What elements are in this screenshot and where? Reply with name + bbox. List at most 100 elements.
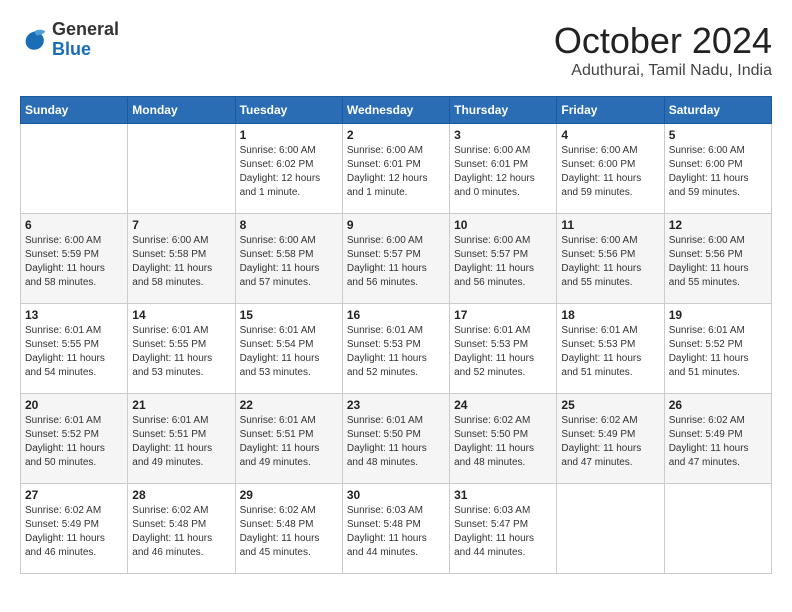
- calendar-cell: 8 Sunrise: 6:00 AM Sunset: 5:58 PM Daylig…: [235, 214, 342, 304]
- calendar-cell: 20Sunrise: 6:01 AM Sunset: 5:52 PM Dayli…: [21, 394, 128, 484]
- calendar-cell: 28 Sunrise: 6:02 AM Sunset: 5:48 PM Dayli…: [128, 484, 235, 574]
- day-number: 2: [347, 128, 445, 142]
- day-number: 20: [25, 398, 123, 412]
- day-info: Sunrise: 6:00 AM Sunset: 5:58 PM Dayligh…: [132, 234, 230, 290]
- location-subtitle: Aduthurai, Tamil Nadu, India: [554, 62, 772, 80]
- day-number: 16: [347, 308, 445, 322]
- day-number: 1: [240, 128, 338, 142]
- day-number: 7: [132, 218, 230, 232]
- day-number: 15: [240, 308, 338, 322]
- day-number: 6: [25, 218, 123, 232]
- week-row-2: 6 Sunrise: 6:00 AM Sunset: 5:59 PM Daylig…: [21, 214, 772, 304]
- month-title: October 2024: [554, 20, 772, 62]
- day-info: Sunrise: 6:00 AM Sunset: 6:00 PM Dayligh…: [561, 144, 659, 200]
- day-info: Sunrise: 6:00 AM Sunset: 5:58 PM Dayligh…: [240, 234, 338, 290]
- day-number: 23: [347, 398, 445, 412]
- day-info: Sunrise: 6:02 AM Sunset: 5:48 PM Dayligh…: [132, 504, 230, 560]
- day-info: Sunrise: 6:01 AM Sunset: 5:51 PM Dayligh…: [240, 414, 338, 470]
- day-info: Sunrise: 6:01 AM Sunset: 5:53 PM Dayligh…: [561, 324, 659, 380]
- day-number: 26: [669, 398, 767, 412]
- weekday-header-row: SundayMondayTuesdayWednesdayThursdayFrid…: [21, 97, 772, 124]
- weekday-header-saturday: Saturday: [664, 97, 771, 124]
- day-number: 14: [132, 308, 230, 322]
- day-number: 17: [454, 308, 552, 322]
- calendar-cell: 11 Sunrise: 6:00 AM Sunset: 5:56 PM Dayli…: [557, 214, 664, 304]
- page-header: General Blue October 2024 Aduthurai, Tam…: [20, 20, 772, 80]
- day-number: 3: [454, 128, 552, 142]
- week-row-4: 20Sunrise: 6:01 AM Sunset: 5:52 PM Dayli…: [21, 394, 772, 484]
- calendar-cell: 12Sunrise: 6:00 AM Sunset: 5:56 PM Dayli…: [664, 214, 771, 304]
- weekday-header-sunday: Sunday: [21, 97, 128, 124]
- calendar-cell: 22 Sunrise: 6:01 AM Sunset: 5:51 PM Dayli…: [235, 394, 342, 484]
- day-number: 28: [132, 488, 230, 502]
- weekday-header-wednesday: Wednesday: [342, 97, 449, 124]
- day-info: Sunrise: 6:00 AM Sunset: 6:01 PM Dayligh…: [347, 144, 445, 200]
- calendar-cell: [664, 484, 771, 574]
- calendar-cell: 26 Sunrise: 6:02 AM Sunset: 5:49 PM Dayli…: [664, 394, 771, 484]
- calendar-cell: 27 Sunrise: 6:02 AM Sunset: 5:49 PM Dayli…: [21, 484, 128, 574]
- day-info: Sunrise: 6:03 AM Sunset: 5:48 PM Dayligh…: [347, 504, 445, 560]
- weekday-header-monday: Monday: [128, 97, 235, 124]
- calendar-cell: 16 Sunrise: 6:01 AM Sunset: 5:53 PM Dayli…: [342, 304, 449, 394]
- day-number: 10: [454, 218, 552, 232]
- day-number: 24: [454, 398, 552, 412]
- day-info: Sunrise: 6:02 AM Sunset: 5:50 PM Dayligh…: [454, 414, 552, 470]
- calendar-cell: 23 Sunrise: 6:01 AM Sunset: 5:50 PM Dayli…: [342, 394, 449, 484]
- day-number: 22: [240, 398, 338, 412]
- calendar-cell: 5 Sunrise: 6:00 AM Sunset: 6:00 PM Daylig…: [664, 124, 771, 214]
- calendar-cell: 30Sunrise: 6:03 AM Sunset: 5:48 PM Dayli…: [342, 484, 449, 574]
- day-number: 5: [669, 128, 767, 142]
- day-info: Sunrise: 6:00 AM Sunset: 5:56 PM Dayligh…: [561, 234, 659, 290]
- day-info: Sunrise: 6:01 AM Sunset: 5:55 PM Dayligh…: [132, 324, 230, 380]
- calendar-table: SundayMondayTuesdayWednesdayThursdayFrid…: [20, 96, 772, 574]
- day-info: Sunrise: 6:00 AM Sunset: 5:59 PM Dayligh…: [25, 234, 123, 290]
- day-info: Sunrise: 6:01 AM Sunset: 5:50 PM Dayligh…: [347, 414, 445, 470]
- day-number: 9: [347, 218, 445, 232]
- day-info: Sunrise: 6:01 AM Sunset: 5:52 PM Dayligh…: [669, 324, 767, 380]
- logo-text: General Blue: [52, 20, 119, 60]
- calendar-cell: 17 Sunrise: 6:01 AM Sunset: 5:53 PM Dayli…: [450, 304, 557, 394]
- calendar-cell: 2 Sunrise: 6:00 AM Sunset: 6:01 PM Daylig…: [342, 124, 449, 214]
- weekday-header-thursday: Thursday: [450, 97, 557, 124]
- day-info: Sunrise: 6:02 AM Sunset: 5:49 PM Dayligh…: [669, 414, 767, 470]
- day-info: Sunrise: 6:02 AM Sunset: 5:49 PM Dayligh…: [561, 414, 659, 470]
- day-info: Sunrise: 6:01 AM Sunset: 5:53 PM Dayligh…: [347, 324, 445, 380]
- day-info: Sunrise: 6:03 AM Sunset: 5:47 PM Dayligh…: [454, 504, 552, 560]
- day-info: Sunrise: 6:01 AM Sunset: 5:51 PM Dayligh…: [132, 414, 230, 470]
- calendar-cell: [128, 124, 235, 214]
- calendar-cell: 24 Sunrise: 6:02 AM Sunset: 5:50 PM Dayli…: [450, 394, 557, 484]
- day-number: 29: [240, 488, 338, 502]
- day-info: Sunrise: 6:01 AM Sunset: 5:53 PM Dayligh…: [454, 324, 552, 380]
- calendar-cell: 19 Sunrise: 6:01 AM Sunset: 5:52 PM Dayli…: [664, 304, 771, 394]
- day-info: Sunrise: 6:00 AM Sunset: 5:57 PM Dayligh…: [454, 234, 552, 290]
- day-info: Sunrise: 6:02 AM Sunset: 5:49 PM Dayligh…: [25, 504, 123, 560]
- calendar-cell: 10 Sunrise: 6:00 AM Sunset: 5:57 PM Dayli…: [450, 214, 557, 304]
- day-info: Sunrise: 6:00 AM Sunset: 6:02 PM Dayligh…: [240, 144, 338, 200]
- week-row-1: 1 Sunrise: 6:00 AM Sunset: 6:02 PM Daylig…: [21, 124, 772, 214]
- day-number: 31: [454, 488, 552, 502]
- day-number: 19: [669, 308, 767, 322]
- calendar-cell: 18 Sunrise: 6:01 AM Sunset: 5:53 PM Dayli…: [557, 304, 664, 394]
- day-number: 21: [132, 398, 230, 412]
- calendar-cell: 3Sunrise: 6:00 AM Sunset: 6:01 PM Daylig…: [450, 124, 557, 214]
- day-number: 4: [561, 128, 659, 142]
- title-block: October 2024 Aduthurai, Tamil Nadu, Indi…: [554, 20, 772, 80]
- day-info: Sunrise: 6:00 AM Sunset: 6:00 PM Dayligh…: [669, 144, 767, 200]
- calendar-cell: 4 Sunrise: 6:00 AM Sunset: 6:00 PM Daylig…: [557, 124, 664, 214]
- logo: General Blue: [20, 20, 119, 60]
- day-number: 11: [561, 218, 659, 232]
- calendar-cell: 14 Sunrise: 6:01 AM Sunset: 5:55 PM Dayli…: [128, 304, 235, 394]
- day-info: Sunrise: 6:00 AM Sunset: 5:56 PM Dayligh…: [669, 234, 767, 290]
- calendar-cell: 25 Sunrise: 6:02 AM Sunset: 5:49 PM Dayli…: [557, 394, 664, 484]
- calendar-cell: 15Sunrise: 6:01 AM Sunset: 5:54 PM Dayli…: [235, 304, 342, 394]
- day-number: 18: [561, 308, 659, 322]
- day-number: 27: [25, 488, 123, 502]
- weekday-header-tuesday: Tuesday: [235, 97, 342, 124]
- day-number: 13: [25, 308, 123, 322]
- day-number: 8: [240, 218, 338, 232]
- day-info: Sunrise: 6:02 AM Sunset: 5:48 PM Dayligh…: [240, 504, 338, 560]
- weekday-header-friday: Friday: [557, 97, 664, 124]
- calendar-cell: 9Sunrise: 6:00 AM Sunset: 5:57 PM Daylig…: [342, 214, 449, 304]
- calendar-cell: 29 Sunrise: 6:02 AM Sunset: 5:48 PM Dayli…: [235, 484, 342, 574]
- day-number: 25: [561, 398, 659, 412]
